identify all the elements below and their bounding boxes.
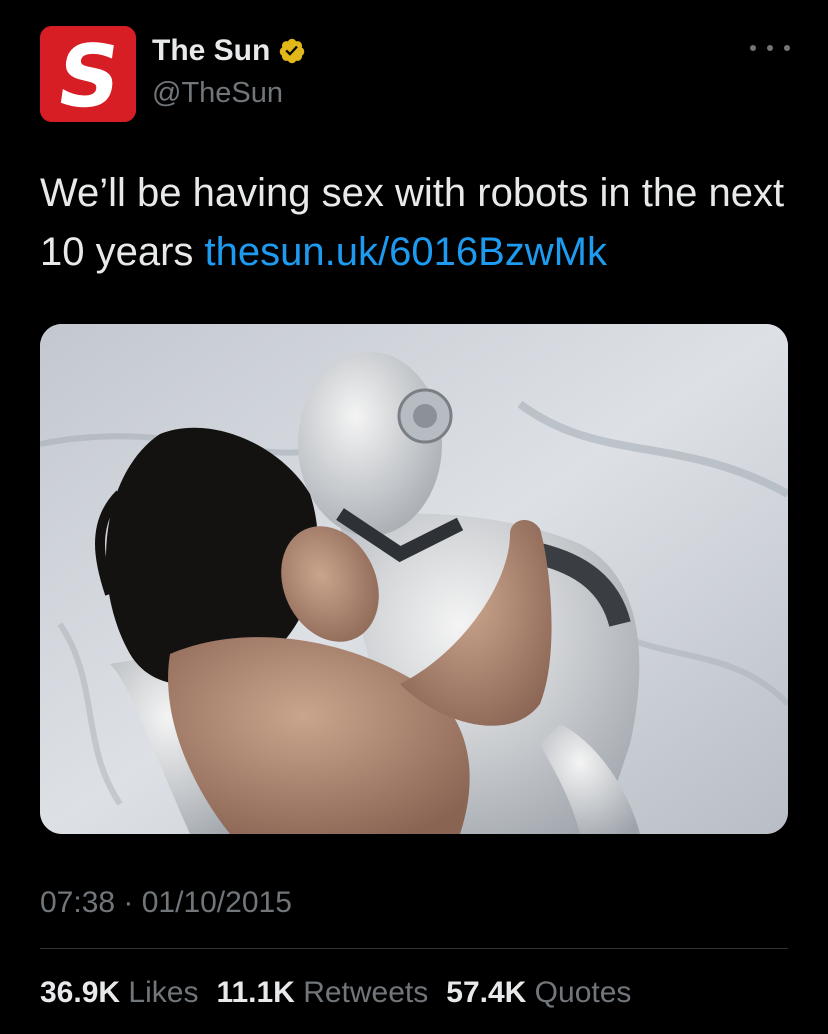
- quotes-label: Quotes: [534, 976, 632, 1009]
- tweet-stats: 36.9K Likes 11.1K Retweets 57.4K Quotes: [40, 976, 631, 1010]
- more-options-button[interactable]: [750, 36, 790, 60]
- divider: [40, 948, 788, 949]
- retweets-stat[interactable]: 11.1K Retweets: [216, 976, 428, 1010]
- tweet-text: We’ll be having sex with robots in the n…: [40, 164, 790, 282]
- tweet-timestamp[interactable]: 07:38 · 01/10/2015: [40, 886, 292, 920]
- more-options-icon: [750, 45, 756, 51]
- likes-label: Likes: [128, 976, 199, 1009]
- quotes-stat[interactable]: 57.4K Quotes: [446, 976, 631, 1010]
- more-options-dot: [767, 45, 773, 51]
- verified-badge-icon: [278, 37, 306, 65]
- likes-stat[interactable]: 36.9K Likes: [40, 976, 198, 1010]
- avatar[interactable]: S: [40, 26, 136, 122]
- quotes-count: 57.4K: [446, 976, 527, 1009]
- svg-text:S: S: [51, 27, 127, 122]
- robot-embrace-photo: [40, 324, 788, 834]
- tweet-media-image[interactable]: [40, 324, 788, 834]
- more-options-dot: [784, 45, 790, 51]
- tweet-detail: S The Sun @TheSun We’ll be having sex wi…: [0, 0, 828, 1034]
- retweets-count: 11.1K: [216, 976, 295, 1009]
- author-display-name[interactable]: The Sun: [152, 34, 270, 68]
- tweet-link[interactable]: thesun.uk/6016BzwMk: [205, 230, 607, 274]
- author-handle[interactable]: @TheSun: [152, 76, 283, 110]
- the-sun-logo-icon: S: [40, 26, 136, 122]
- author-name-row[interactable]: The Sun: [152, 34, 306, 68]
- likes-count: 36.9K: [40, 976, 121, 1009]
- retweets-label: Retweets: [303, 976, 429, 1009]
